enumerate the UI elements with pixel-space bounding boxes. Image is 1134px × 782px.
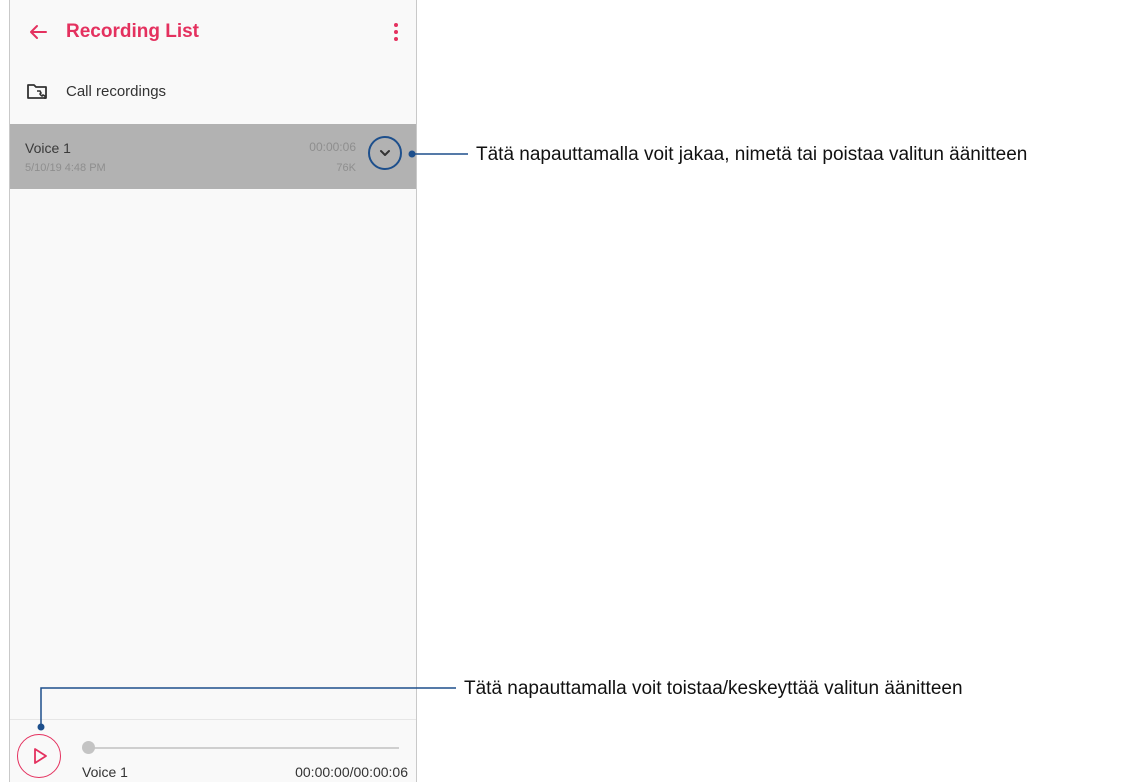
player-time: 00:00:00/00:00:06 [295, 764, 408, 780]
annotation-play: Tätä napauttamalla voit toistaa/keskeytt… [464, 678, 963, 699]
more-options-button[interactable] [384, 18, 408, 46]
play-icon [34, 748, 47, 764]
recording-list-item[interactable]: Voice 1 5/10/19 4:48 PM 00:00:06 76K [10, 124, 416, 189]
phone-screen: Recording List Call recordings Voice 1 5… [9, 0, 417, 782]
arrow-left-icon [30, 25, 47, 39]
seek-thumb[interactable] [82, 741, 95, 754]
chevron-down-icon [380, 150, 390, 156]
annotation-expand: Tätä napauttamalla voit jakaa, nimetä ta… [476, 144, 1028, 165]
recording-duration: 00:00:06 [309, 140, 356, 154]
back-button[interactable] [26, 20, 50, 44]
seek-bar[interactable] [83, 747, 399, 749]
expand-options-button[interactable] [368, 136, 402, 170]
recording-size: 76K [336, 162, 356, 174]
page-title: Recording List [66, 21, 200, 42]
recording-name: Voice 1 [25, 140, 71, 156]
player-recording-name: Voice 1 [82, 764, 128, 780]
play-pause-button[interactable] [17, 734, 61, 778]
folder-label: Call recordings [66, 83, 167, 100]
folder-call-recordings[interactable]: Call recordings [10, 74, 416, 110]
more-vertical-icon [394, 23, 398, 41]
app-bar: Recording List [10, 0, 416, 66]
folder-call-icon [27, 82, 47, 100]
recording-date: 5/10/19 4:48 PM [25, 162, 106, 174]
player-bar: Voice 1 00:00:00/00:00:06 [10, 719, 416, 782]
